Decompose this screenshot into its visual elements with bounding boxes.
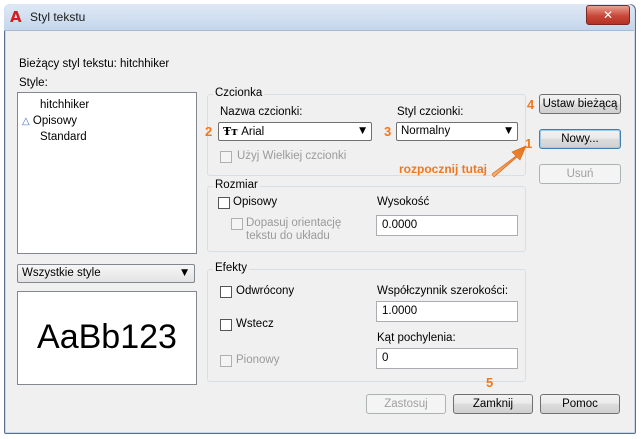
title-bar[interactable] [4, 4, 634, 31]
font-style-dropdown[interactable]: Normalny ▼ [396, 122, 518, 141]
vertical-label: Pionowy [236, 354, 280, 366]
width-factor-label: Współczynnik szerokości: [377, 285, 509, 297]
style-preview: AaBb123 [17, 291, 197, 385]
step-2-marker: 2 [205, 124, 213, 139]
current-style-value: hitchhiker [120, 58, 170, 70]
upside-down-checkbox[interactable] [220, 286, 232, 298]
truetype-icon: Ŧт [223, 125, 239, 138]
new-style-button[interactable]: Nowy... [539, 129, 621, 149]
current-style-label: Bieżący styl tekstu: hitchhiker [19, 58, 170, 70]
oblique-angle-input[interactable]: 0 [376, 348, 518, 369]
styles-list[interactable]: hitchhiker △ Opisowy Standard [17, 92, 197, 254]
backwards-label: Wstecz [236, 318, 274, 330]
font-group-title: Czcionka [213, 87, 265, 99]
match-orientation-label-2: tekstu do układu [246, 230, 330, 242]
font-style-label: Styl czcionki: [397, 106, 464, 118]
annotative-icon: △ [22, 116, 30, 127]
match-orientation-label: Dopasuj orientację [246, 217, 342, 229]
delete-button[interactable]: Usuń [539, 164, 621, 184]
autocad-logo-icon: A [10, 8, 22, 26]
big-font-checkbox[interactable] [220, 151, 232, 163]
width-factor-input[interactable]: 1.0000 [376, 301, 518, 322]
step-4-marker: 4 [527, 97, 535, 112]
annotative-label: Opisowy [233, 196, 278, 208]
height-input[interactable]: 0.0000 [376, 215, 518, 236]
big-font-label: Użyj Wielkiej czcionki [237, 150, 347, 162]
chevron-down-icon: ▼ [359, 126, 366, 136]
height-label: Wysokość [377, 196, 430, 208]
set-current-button[interactable]: Ustaw bieżącą [539, 94, 621, 114]
dialog-title: Styl tekstu [30, 10, 86, 24]
step-5-marker: 5 [486, 375, 494, 390]
close-button[interactable]: Zamknij [453, 394, 533, 414]
effects-group-title: Efekty [213, 262, 249, 274]
upside-down-label: Odwrócony [236, 285, 295, 297]
style-filter-dropdown[interactable]: Wszystkie style ▼ [17, 264, 195, 283]
list-item[interactable]: △ Opisowy [22, 113, 77, 129]
start-here-hint: rozpocznij tutaj [399, 162, 487, 176]
annotative-checkbox[interactable] [218, 197, 230, 209]
size-group-title: Rozmiar [213, 179, 260, 191]
vertical-checkbox[interactable] [220, 355, 232, 367]
list-item[interactable]: hitchhiker [40, 97, 89, 113]
font-name-dropdown[interactable]: Ŧт Arial ▼ [218, 122, 372, 141]
close-icon[interactable]: ✕ [586, 5, 630, 25]
help-button[interactable]: Pomoc [540, 394, 620, 414]
styles-label: Style: [19, 77, 48, 89]
list-item[interactable]: Standard [40, 129, 87, 145]
oblique-angle-label: Kąt pochylenia: [377, 332, 456, 344]
font-name-label: Nazwa czcionki: [220, 106, 303, 118]
chevron-down-icon: ▼ [505, 126, 512, 136]
preview-text: AaBb123 [37, 318, 177, 356]
apply-button[interactable]: Zastosuj [366, 394, 446, 414]
chevron-down-icon: ▼ [181, 268, 188, 278]
match-orientation-checkbox[interactable] [231, 218, 243, 230]
backwards-checkbox[interactable] [220, 319, 232, 331]
step-3-marker: 3 [384, 124, 392, 139]
arrow-icon [491, 145, 527, 178]
